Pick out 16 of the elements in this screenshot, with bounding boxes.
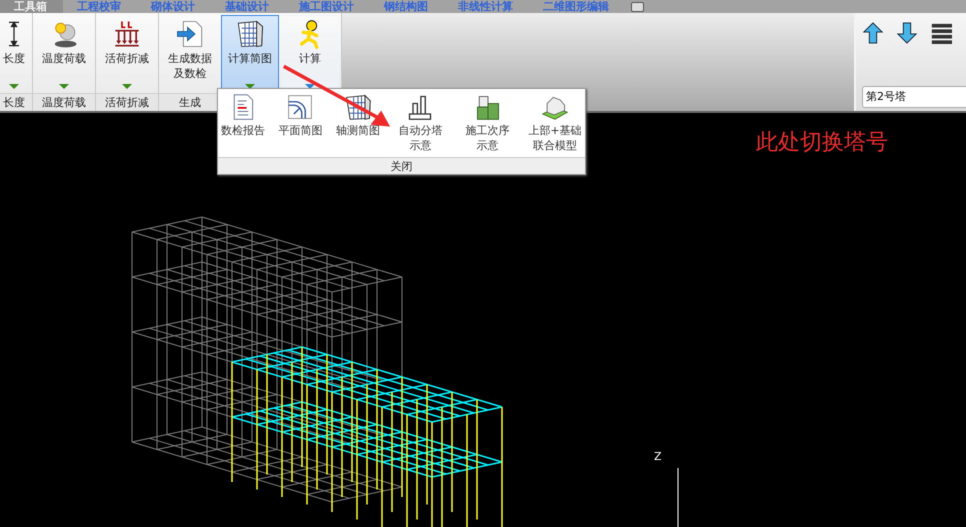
group-label: 活荷折减 <box>96 93 158 111</box>
tower-select[interactable]: 第2号塔 <box>862 86 966 108</box>
menu-item[interactable]: 自动分塔示意 <box>392 91 448 155</box>
collapse-ribbon-icon[interactable] <box>631 2 644 12</box>
menu-item[interactable]: 施工次序示意 <box>460 91 516 155</box>
menu-item[interactable]: 上部+基础联合模型 <box>527 91 583 155</box>
document-arrow-icon <box>175 19 205 49</box>
ribbon-button[interactable]: 生成数据及数检 <box>161 15 219 93</box>
arrow-up-icon[interactable] <box>862 21 884 45</box>
layers-icon[interactable] <box>930 21 952 45</box>
close-button[interactable]: 关闭 <box>218 157 585 174</box>
floor-plan-icon <box>286 93 314 121</box>
axis-label: Z <box>654 450 662 463</box>
grid-cube-icon <box>235 19 265 49</box>
annotation-text: 此处切换塔号 <box>756 129 888 157</box>
arrow-down-icon[interactable] <box>896 21 918 45</box>
